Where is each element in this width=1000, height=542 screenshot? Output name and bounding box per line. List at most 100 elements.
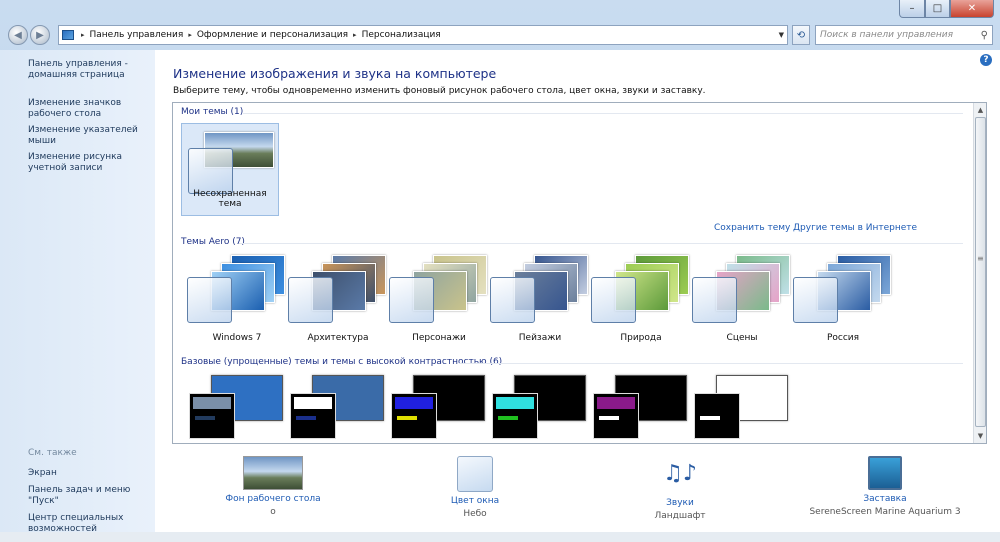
text-bar-preview	[498, 416, 518, 420]
basic-theme-tile[interactable]	[692, 373, 792, 443]
text-bar-preview	[195, 416, 215, 420]
scroll-grip-icon: ≡	[977, 254, 984, 263]
aero-theme-tile[interactable]: Персонажи	[389, 253, 489, 343]
divider	[239, 243, 963, 244]
window-color-item[interactable]: Цвет окна Небо	[395, 456, 555, 519]
refresh-icon: ⟲	[796, 29, 806, 41]
window-preview	[290, 393, 336, 439]
content-area: Панель управления - домашняя страница Из…	[0, 50, 1000, 542]
sidebar-link-account-picture[interactable]: Изменение рисунка учетной записи	[0, 152, 155, 174]
theme-label: Сцены	[726, 333, 758, 343]
window-glass-preview	[692, 277, 737, 323]
theme-label: Пейзажи	[518, 333, 562, 343]
basic-theme-tile[interactable]	[187, 373, 287, 443]
aero-theme-tile[interactable]: Сцены	[692, 253, 792, 343]
caption-buttons: – □ ✕	[899, 0, 994, 18]
refresh-button[interactable]: ⟲	[792, 25, 810, 45]
window-color-value: Небо	[463, 509, 487, 519]
basic-theme-tile[interactable]	[490, 373, 590, 443]
screensaver-item[interactable]: Заставка SereneScreen Marine Aquarium 3	[805, 456, 965, 517]
breadcrumb-appearance[interactable]: Оформление и персонализация	[194, 30, 351, 40]
page-description: Выберите тему, чтобы одновременно измени…	[173, 86, 706, 96]
sidebar-link-mouse-pointers[interactable]: Изменение указателей мыши	[0, 125, 155, 147]
search-input[interactable]: Поиск в панели управления ⚲	[815, 25, 993, 45]
scroll-thumb[interactable]: ≡	[975, 117, 986, 427]
screensaver-link[interactable]: Заставка	[805, 494, 965, 504]
title-bar-preview	[496, 397, 534, 409]
breadcrumb-separator-icon[interactable]: ▸	[351, 31, 359, 39]
title-bar-preview	[395, 397, 433, 409]
save-theme-link[interactable]: Сохранить тему	[714, 223, 790, 233]
window-color-link[interactable]: Цвет окна	[395, 496, 555, 506]
forward-arrow-icon: ▶	[36, 29, 44, 41]
forward-button[interactable]: ▶	[30, 25, 50, 45]
window: – □ ✕ ◀ ▶ ▸ Панель управления ▸ Оформлен…	[0, 0, 1000, 542]
page-title: Изменение изображения и звука на компьют…	[173, 66, 497, 81]
sidebar-link-home[interactable]: Панель управления - домашняя страница	[0, 59, 155, 81]
aero-theme-tile[interactable]: Windows 7	[187, 253, 287, 343]
search-icon[interactable]: ⚲	[981, 30, 988, 41]
theme-label: Россия	[826, 333, 860, 343]
divider	[243, 113, 963, 114]
help-icon[interactable]: ?	[980, 54, 992, 66]
window-glass-preview	[389, 277, 434, 323]
minimize-button[interactable]: –	[899, 0, 925, 18]
aero-theme-tile[interactable]: Пейзажи	[490, 253, 590, 343]
theme-unsaved[interactable]: Несохраненная тема	[181, 123, 279, 216]
text-bar-preview	[397, 416, 417, 420]
theme-gallery: Мои темы (1) Несохраненная тема Сохранит…	[172, 102, 987, 444]
screensaver-icon	[868, 456, 902, 490]
desktop-background-link[interactable]: Фон рабочего стола	[193, 494, 353, 504]
scroll-down-icon[interactable]: ▼	[975, 430, 986, 442]
maximize-button[interactable]: □	[925, 0, 950, 18]
window-glass-preview	[490, 277, 535, 323]
sounds-item[interactable]: ♫♪ Звуки Ландшафт	[600, 456, 760, 521]
breadcrumb-personalization[interactable]: Персонализация	[359, 30, 444, 40]
my-themes-header: Мои темы (1)	[181, 107, 244, 117]
online-themes-link[interactable]: Другие темы в Интернете	[793, 223, 917, 233]
window-preview	[694, 393, 740, 439]
window-glass-preview	[591, 277, 636, 323]
window-preview	[492, 393, 538, 439]
aero-theme-tile[interactable]: Россия	[793, 253, 893, 343]
window-preview	[593, 393, 639, 439]
theme-label: Архитектура	[307, 333, 369, 343]
horizontal-scrollbar[interactable]	[0, 532, 1000, 542]
divider	[459, 363, 963, 364]
title-bar-preview	[193, 397, 231, 409]
back-button[interactable]: ◀	[8, 25, 28, 45]
back-arrow-icon: ◀	[14, 29, 22, 41]
desktop-background-item[interactable]: Фон рабочего стола о	[193, 456, 353, 517]
sidebar-link-desktop-icons[interactable]: Изменение значков рабочего стола	[0, 98, 155, 120]
window-preview	[189, 393, 235, 439]
sounds-value: Ландшафт	[654, 511, 706, 521]
close-button[interactable]: ✕	[950, 0, 994, 18]
theme-label: Несохраненная тема	[193, 189, 267, 209]
breadcrumb-control-panel[interactable]: Панель управления	[87, 30, 187, 40]
window-glass-preview	[288, 277, 333, 323]
screensaver-value: SereneScreen Marine Aquarium 3	[809, 507, 961, 517]
text-bar-preview	[700, 416, 720, 420]
sounds-icon: ♫♪	[663, 461, 697, 486]
wallpaper-icon	[243, 456, 303, 490]
scroll-up-icon[interactable]: ▲	[975, 104, 986, 116]
vertical-scrollbar[interactable]: ▲ ≡ ▼	[973, 103, 986, 443]
sidebar-link-display[interactable]: Экран	[0, 468, 155, 479]
breadcrumb-separator-icon[interactable]: ▸	[186, 31, 194, 39]
sounds-link[interactable]: Звуки	[600, 498, 760, 508]
address-dropdown-icon[interactable]: ▼	[779, 31, 784, 39]
sidebar-link-taskbar[interactable]: Панель задач и меню "Пуск"	[0, 485, 155, 507]
text-bar-preview	[599, 416, 619, 420]
aero-theme-tile[interactable]: Архитектура	[288, 253, 388, 343]
window-color-icon	[457, 456, 493, 492]
theme-label: Природа	[620, 333, 662, 343]
aero-theme-tile[interactable]: Природа	[591, 253, 691, 343]
basic-theme-tile[interactable]	[389, 373, 489, 443]
window-glass-preview	[188, 148, 233, 194]
title-bar-preview	[294, 397, 332, 409]
address-bar[interactable]: ▸ Панель управления ▸ Оформление и персо…	[58, 25, 788, 45]
sidebar: Панель управления - домашняя страница Из…	[0, 50, 155, 534]
basic-theme-tile[interactable]	[591, 373, 691, 443]
breadcrumb-separator-icon[interactable]: ▸	[79, 31, 87, 39]
basic-theme-tile[interactable]	[288, 373, 388, 443]
